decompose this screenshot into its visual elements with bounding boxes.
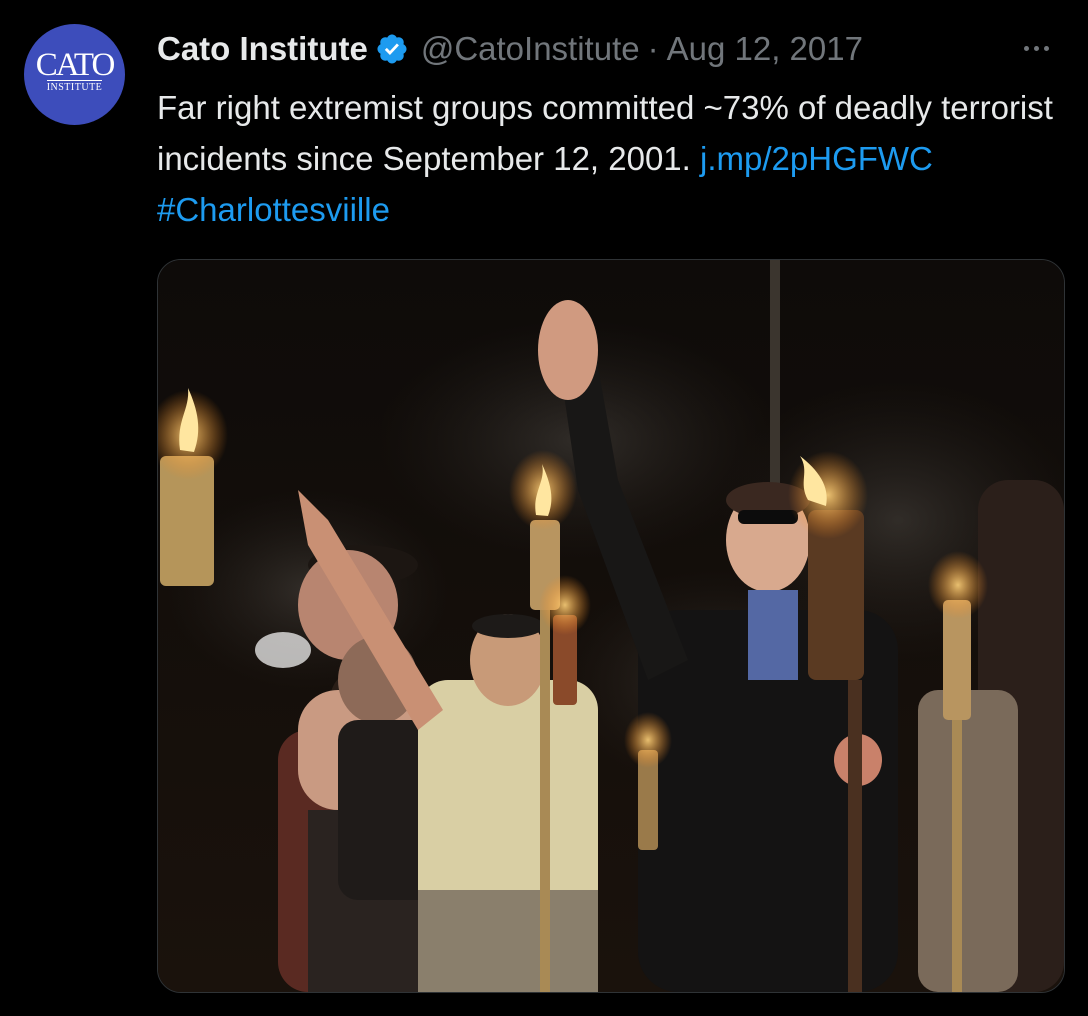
tweet[interactable]: CATO INSTITUTE Cato Institute @CatoInsti… [0, 0, 1088, 1016]
tweet-text: Far right extremist groups committed ~73… [157, 82, 1072, 235]
avatar-logo-text: CATO [35, 46, 116, 83]
tweet-photo[interactable] [157, 259, 1065, 993]
tweet-header: Cato Institute @CatoInstitute · Aug 12, … [157, 26, 863, 72]
tweet-link[interactable]: j.mp/2pHGFWC [700, 140, 933, 177]
author-name[interactable]: Cato Institute [157, 30, 368, 68]
more-dot [1033, 45, 1039, 51]
avatar[interactable]: CATO INSTITUTE [24, 24, 125, 125]
more-dot [1023, 45, 1029, 51]
author-handle[interactable]: @CatoInstitute [421, 30, 640, 68]
photo-illustration [158, 260, 1064, 992]
more-horizontal-icon[interactable] [1014, 28, 1058, 68]
tweet-hashtag[interactable]: #Charlottesviille [157, 191, 390, 228]
separator-dot: · [647, 30, 659, 67]
avatar-logo-subtext: INSTITUTE [46, 79, 103, 93]
verified-badge-icon[interactable] [375, 32, 409, 66]
tweet-date[interactable]: Aug 12, 2017 [667, 30, 863, 68]
more-dot [1043, 45, 1049, 51]
